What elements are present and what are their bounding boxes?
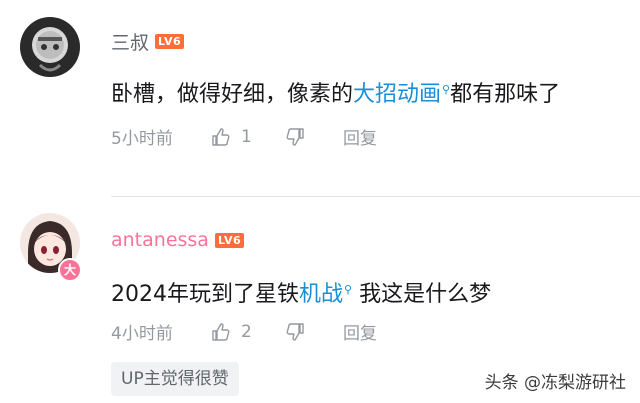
comment-text: 卧槽，做得好细，像素的 bbox=[111, 82, 354, 107]
level-badge: LV6 bbox=[214, 232, 245, 248]
timestamp: 5小时前 bbox=[111, 129, 173, 149]
comment-text: 都有那味了 bbox=[450, 82, 561, 107]
comment-meta: 4小时前 2 回复 bbox=[111, 319, 377, 345]
reply-button[interactable]: 回复 bbox=[343, 124, 377, 149]
up-liked-badge: UP主觉得很赞 bbox=[111, 362, 239, 396]
search-link[interactable]: 大招动画⚲ bbox=[353, 82, 450, 107]
reply-button[interactable]: 回复 bbox=[343, 319, 377, 344]
search-icon: ⚲ bbox=[344, 282, 353, 296]
search-link[interactable]: 机战⚲ bbox=[299, 282, 352, 307]
username[interactable]: antanessa LV6 bbox=[111, 229, 245, 251]
username[interactable]: 三叔 LV6 bbox=[111, 28, 185, 55]
username-text[interactable]: antanessa bbox=[111, 229, 209, 251]
thumbs-up-icon bbox=[212, 322, 230, 341]
thumbs-down-icon bbox=[286, 127, 304, 146]
like-button[interactable]: 2 bbox=[211, 322, 285, 342]
comment-text: 我这是什么梦 bbox=[359, 282, 492, 307]
level-badge: LV6 bbox=[155, 34, 185, 49]
vip-badge-icon: 大 bbox=[58, 258, 82, 282]
username-text[interactable]: 三叔 bbox=[111, 28, 149, 55]
like-count: 1 bbox=[241, 126, 252, 147]
comment-meta: 5小时前 1 回复 bbox=[111, 124, 377, 150]
watermark: 头条 @冻梨游研社 bbox=[485, 368, 626, 393]
timestamp: 4小时前 bbox=[111, 324, 173, 344]
dislike-button[interactable] bbox=[285, 322, 343, 342]
comment-text: 2024年玩到了星铁 bbox=[111, 282, 299, 307]
comment-item: 三叔 LV6 卧槽，做得好细，像素的大招动画⚲都有那味了 5小时前 1 回复 bbox=[0, 0, 640, 200]
divider bbox=[111, 196, 640, 197]
watermark-text: 头条 @冻梨游研社 bbox=[484, 373, 626, 393]
thumbs-down-icon bbox=[286, 322, 304, 341]
search-icon: ⚲ bbox=[442, 82, 451, 96]
like-count: 2 bbox=[241, 321, 252, 342]
search-link-text[interactable]: 大招动画 bbox=[353, 82, 441, 107]
comment-content: 2024年玩到了星铁机战⚲ 我这是什么梦 bbox=[111, 276, 491, 308]
comment-content: 卧槽，做得好细，像素的大招动画⚲都有那味了 bbox=[111, 76, 560, 108]
search-link-text[interactable]: 机战 bbox=[299, 282, 343, 307]
thumbs-up-icon bbox=[212, 127, 230, 146]
like-button[interactable]: 1 bbox=[211, 127, 285, 147]
avatar[interactable] bbox=[20, 17, 80, 77]
dislike-button[interactable] bbox=[285, 127, 343, 147]
